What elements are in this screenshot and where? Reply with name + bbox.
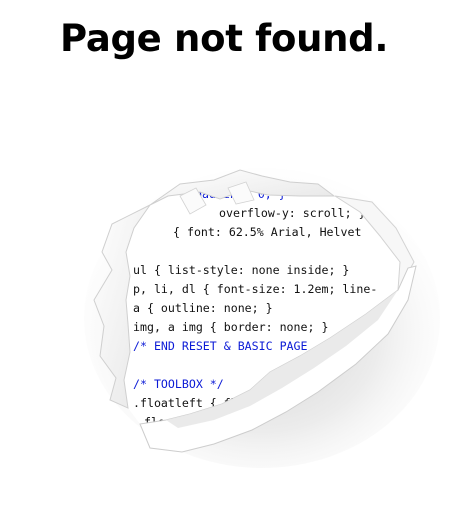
code-line: a { outline: none; } <box>133 301 273 315</box>
code-line: p, li, dl { font-size: 1.2em; line- <box>133 282 377 296</box>
code-line: ul { list-style: none inside; } <box>133 263 349 277</box>
code-line: overflow-y: scroll; } <box>219 206 366 220</box>
code-line: img, a img { border: none; } <box>133 320 328 334</box>
code-line: /* END RESET & BASIC PAGE <box>133 339 308 353</box>
code-line: /* TOOLBOX */ <box>133 377 224 391</box>
torn-paper-illustration: padding: 0; }overflow-y: scroll; }{ font… <box>84 168 440 468</box>
code-line: { font: 62.5% Arial, Helvet <box>173 225 361 239</box>
